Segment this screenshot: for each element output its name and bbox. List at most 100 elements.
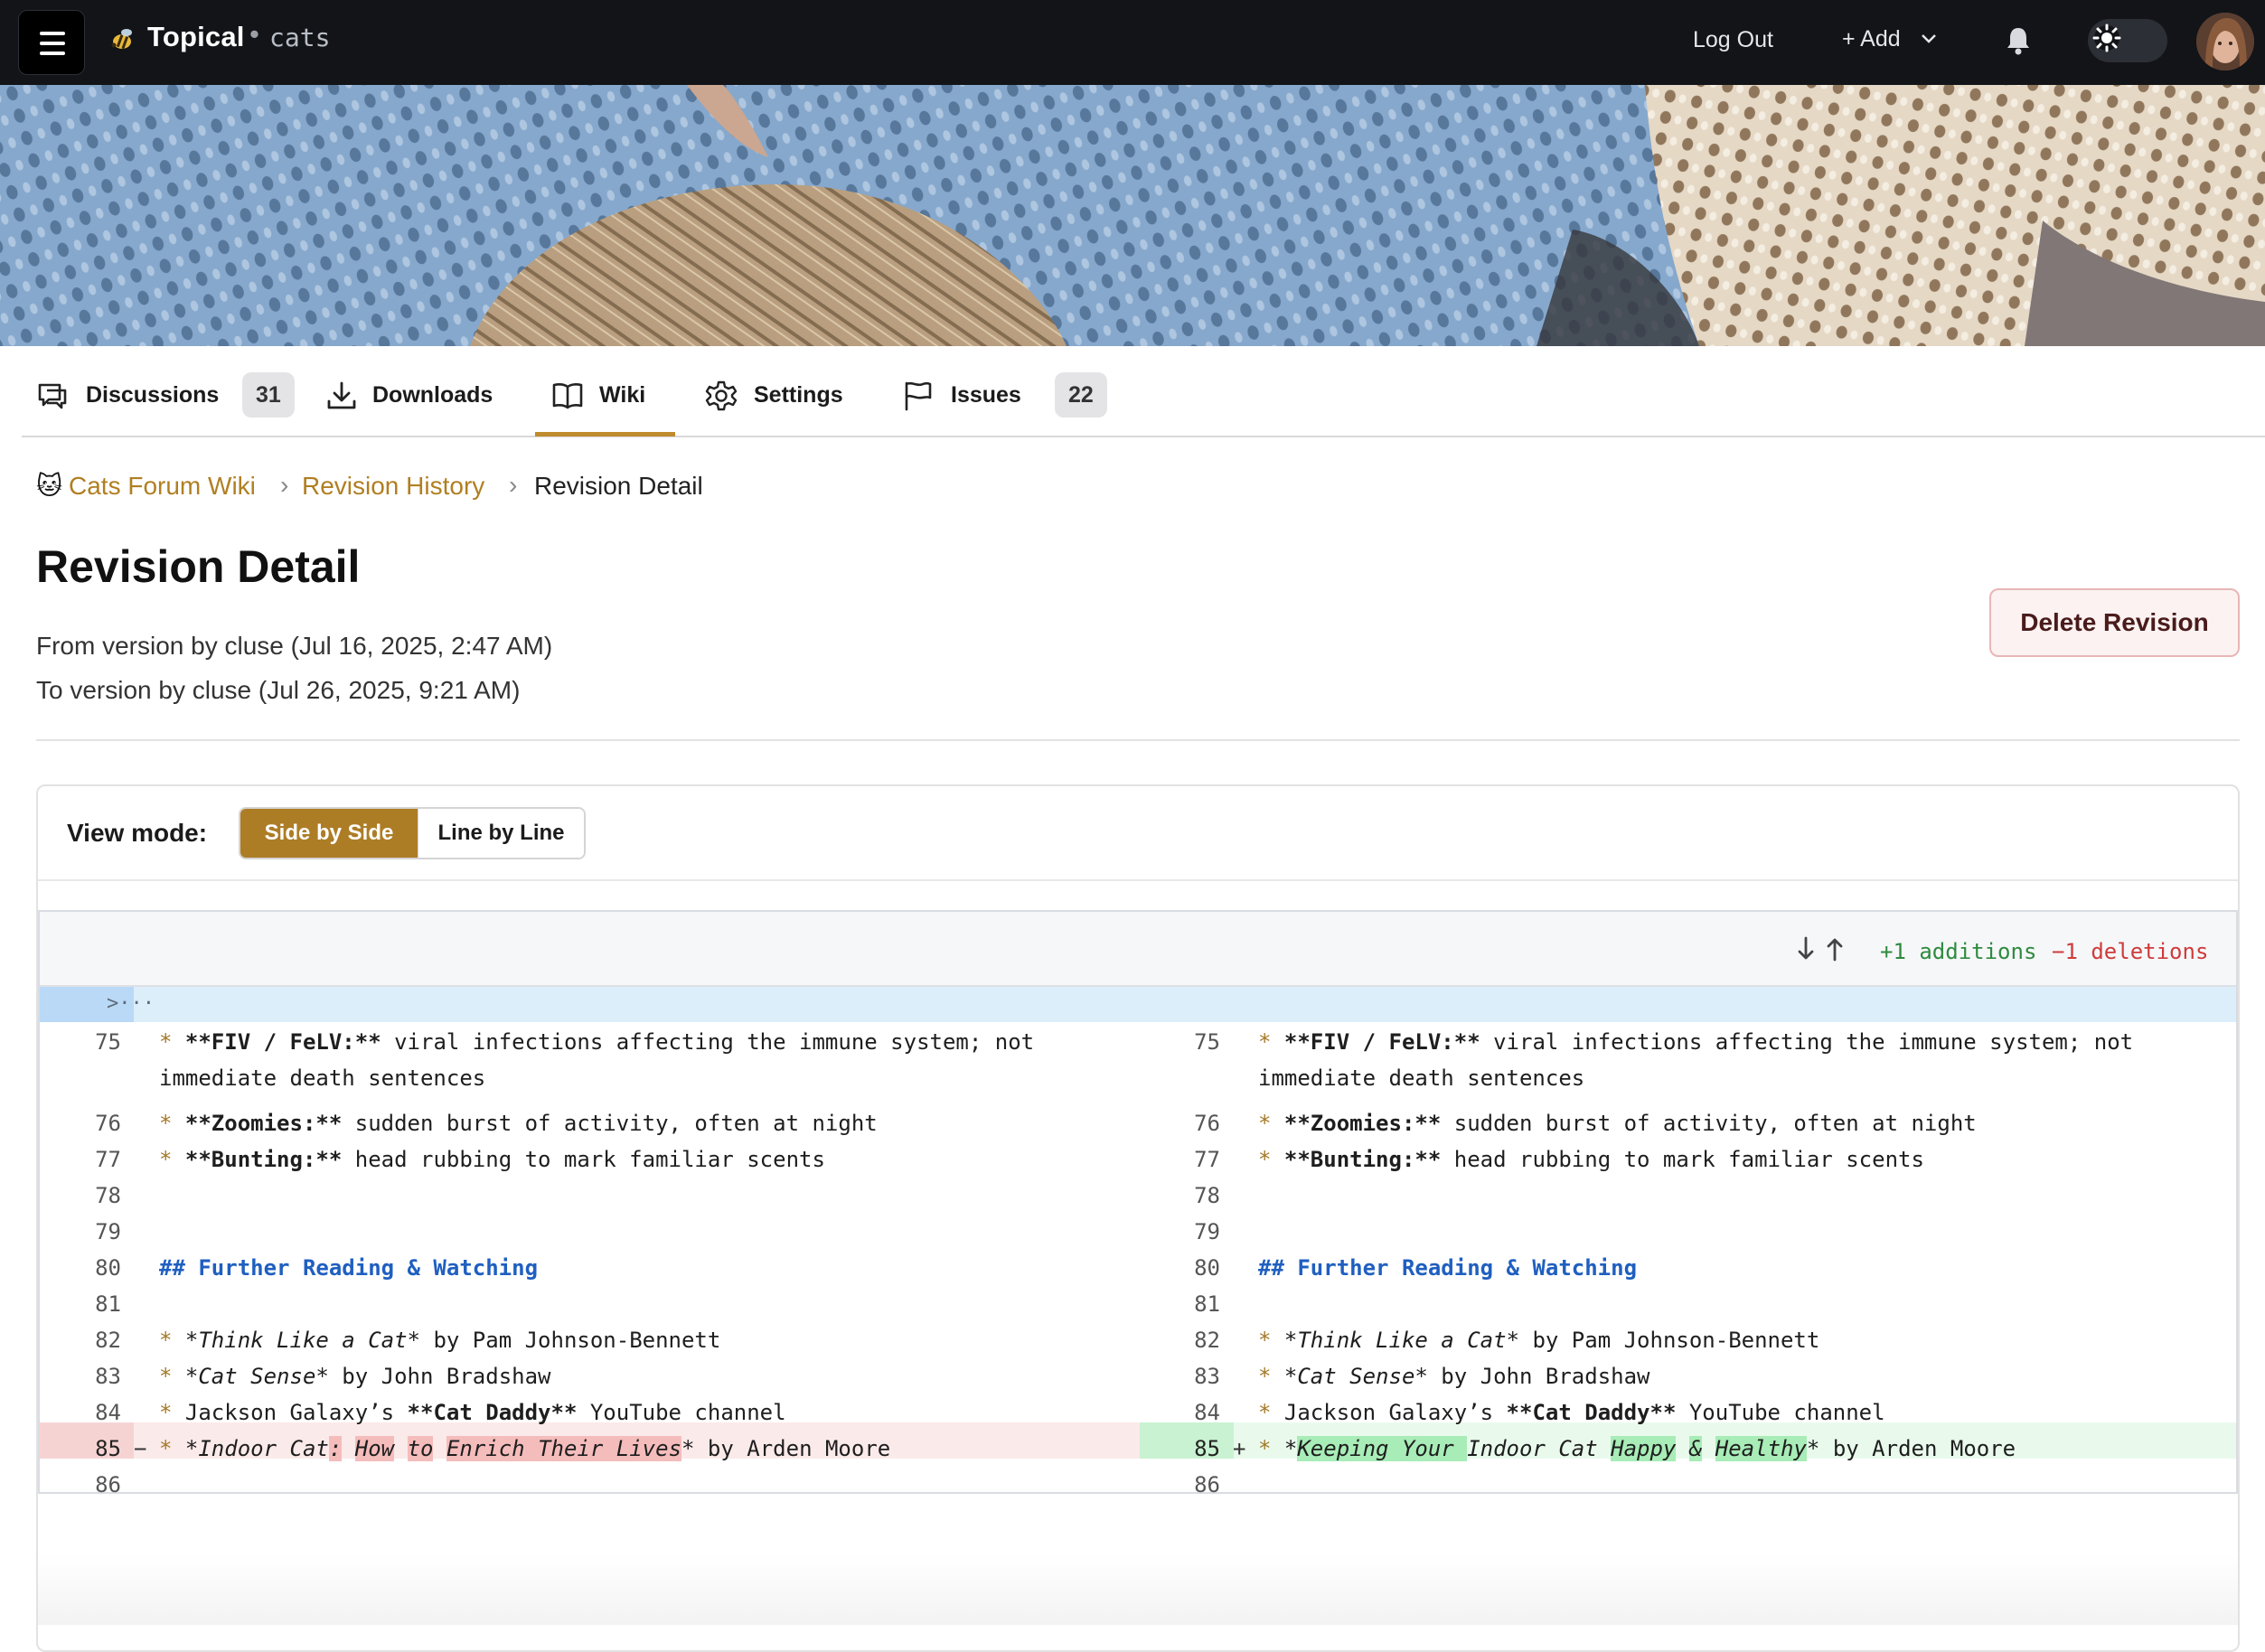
- new-code-line: * *Think Like a Cat* by Pam Johnson-Benn…: [1258, 1328, 1820, 1353]
- old-code-line: * **FIV / FeLV:** viral infections affec…: [159, 1029, 1035, 1055]
- gear-icon: [705, 380, 738, 411]
- from-version-text: From version by cluse (Jul 16, 2025, 2:4…: [36, 632, 553, 660]
- breadcrumb-history-link[interactable]: Revision History: [302, 472, 484, 501]
- page-title: Revision Detail: [36, 541, 361, 592]
- new-line-number: 78: [1194, 1183, 1220, 1208]
- expand-hunk-row[interactable]: >···: [40, 987, 2236, 1022]
- brand-separator: •: [249, 18, 259, 50]
- user-avatar[interactable]: [2196, 13, 2254, 70]
- new-line-number: 82: [1194, 1328, 1220, 1353]
- old-line-number: 80: [95, 1255, 121, 1281]
- old-code-line: * **Zoomies:** sudden burst of activity,…: [159, 1111, 878, 1136]
- discussions-icon: [38, 383, 67, 409]
- side-by-side-diff: +1 additions −1 deletions >··· 75 76 77 …: [38, 910, 2238, 1497]
- brand-name[interactable]: Topical: [147, 21, 245, 53]
- old-line-number: 77: [95, 1147, 121, 1172]
- view-mode-toggle: Side by Side Line by Line: [239, 807, 586, 859]
- tab-settings[interactable]: Settings: [705, 349, 859, 436]
- additions-count: +1 additions: [1880, 939, 2037, 964]
- new-line-number: 86: [1194, 1472, 1220, 1497]
- tab-label: Wiki: [599, 382, 646, 408]
- old-line-number: 75: [95, 1029, 121, 1055]
- panel-bottom: [38, 1554, 2238, 1625]
- old-line-number: 76: [95, 1111, 121, 1136]
- divider: [36, 739, 2240, 741]
- new-code-line: * **FIV / FeLV:** viral infections affec…: [1258, 1029, 2134, 1055]
- old-code-line: * **Bunting:** head rubbing to mark fami…: [159, 1147, 825, 1172]
- new-line-number: 75: [1194, 1029, 1220, 1055]
- new-line-number: 76: [1194, 1111, 1220, 1136]
- tab-label: Discussions: [86, 382, 220, 408]
- added-code-line: * *Keeping Your Indoor Cat Happy & Healt…: [1258, 1436, 2016, 1461]
- forum-tabs: Discussions 31 Downloads Wiki Settings I…: [22, 349, 2265, 437]
- forum-name[interactable]: cats: [269, 23, 330, 52]
- tab-issues[interactable]: Issues 22: [901, 349, 1118, 436]
- expand-hunk-icon[interactable]: >···: [107, 992, 155, 1015]
- bee-logo-icon: [111, 29, 132, 50]
- old-line-number: 79: [95, 1219, 121, 1244]
- old-line-number: 86: [95, 1472, 121, 1497]
- cat-emoji-icon: 🐱: [36, 472, 63, 500]
- new-line-number: 84: [1194, 1400, 1220, 1425]
- old-line-number: 78: [95, 1183, 121, 1208]
- new-line-number: 83: [1194, 1364, 1220, 1389]
- new-code-line: * **Bunting:** head rubbing to mark fami…: [1258, 1147, 1924, 1172]
- discussions-count-badge: 31: [242, 372, 295, 418]
- issues-count-badge: 22: [1055, 372, 1107, 418]
- new-code-line: * Jackson Galaxy’s **Cat Daddy** YouTube…: [1258, 1400, 1885, 1425]
- old-line-number: 83: [95, 1364, 121, 1389]
- chevron-down-icon[interactable]: [1920, 33, 1938, 45]
- side-by-side-button[interactable]: Side by Side: [240, 809, 418, 858]
- tab-wiki[interactable]: Wiki: [551, 349, 678, 436]
- sun-icon: [2092, 23, 2121, 52]
- old-line-number: 82: [95, 1328, 121, 1353]
- old-code-line: immediate death sentences: [159, 1065, 486, 1091]
- old-code-line: * Jackson Galaxy’s **Cat Daddy** YouTube…: [159, 1400, 786, 1425]
- old-code-line: * *Think Like a Cat* by Pam Johnson-Benn…: [159, 1328, 721, 1353]
- top-navigation-bar: Topical • cats Log Out + Add: [0, 0, 2265, 85]
- forum-banner-image: [0, 85, 2265, 346]
- deleted-code-line: * *Indoor Cat: How to Enrich Their Lives…: [159, 1436, 891, 1461]
- hamburger-menu-button[interactable]: [18, 10, 85, 75]
- flag-icon: [905, 381, 932, 411]
- addition-marker: +: [1233, 1436, 1246, 1461]
- new-line-number: 77: [1194, 1147, 1220, 1172]
- deletion-marker: −: [134, 1436, 147, 1461]
- arrow-down-icon[interactable]: [1796, 935, 1816, 962]
- old-line-number: 85: [95, 1436, 121, 1461]
- active-tab-indicator: [535, 432, 675, 436]
- old-line-number: 84: [95, 1400, 121, 1425]
- breadcrumb-separator: ›: [509, 471, 518, 499]
- new-line-number: 85: [1194, 1436, 1220, 1461]
- divider: [38, 879, 2238, 881]
- arrow-up-icon[interactable]: [1825, 935, 1845, 962]
- new-code-line: ## Further Reading & Watching: [1258, 1255, 1638, 1281]
- line-by-line-button[interactable]: Line by Line: [418, 809, 584, 858]
- logout-link[interactable]: Log Out: [1693, 27, 1773, 53]
- book-icon: [552, 383, 583, 409]
- tab-label: Downloads: [372, 382, 493, 408]
- add-menu-button[interactable]: + Add: [1842, 26, 1901, 52]
- new-line-number: 79: [1194, 1219, 1220, 1244]
- old-code-line: ## Further Reading & Watching: [159, 1255, 539, 1281]
- view-mode-label: View mode:: [67, 819, 208, 847]
- new-code-line: * **Zoomies:** sudden burst of activity,…: [1258, 1111, 1977, 1136]
- download-icon: [327, 381, 356, 409]
- delete-revision-button[interactable]: Delete Revision: [1989, 588, 2240, 657]
- breadcrumb-wiki-link[interactable]: Cats Forum Wiki: [69, 472, 256, 501]
- tab-downloads[interactable]: Downloads: [325, 349, 506, 436]
- breadcrumb-current: Revision Detail: [534, 472, 703, 500]
- new-code-line: immediate death sentences: [1258, 1065, 1585, 1091]
- bell-icon[interactable]: [2005, 25, 2032, 56]
- tab-label: Issues: [951, 382, 1021, 408]
- to-version-text: To version by cluse (Jul 26, 2025, 9:21 …: [36, 676, 521, 704]
- diff-header: +1 additions −1 deletions: [40, 912, 2236, 987]
- breadcrumb-separator: ›: [280, 471, 289, 499]
- deletions-count: −1 deletions: [2052, 939, 2209, 964]
- tab-discussions[interactable]: Discussions 31: [36, 349, 303, 436]
- old-line-number: 81: [95, 1291, 121, 1317]
- new-code-line: * *Cat Sense* by John Bradshaw: [1258, 1364, 1650, 1389]
- new-line-number: 81: [1194, 1291, 1220, 1317]
- tab-label: Settings: [754, 382, 843, 408]
- old-code-line: * *Cat Sense* by John Bradshaw: [159, 1364, 551, 1389]
